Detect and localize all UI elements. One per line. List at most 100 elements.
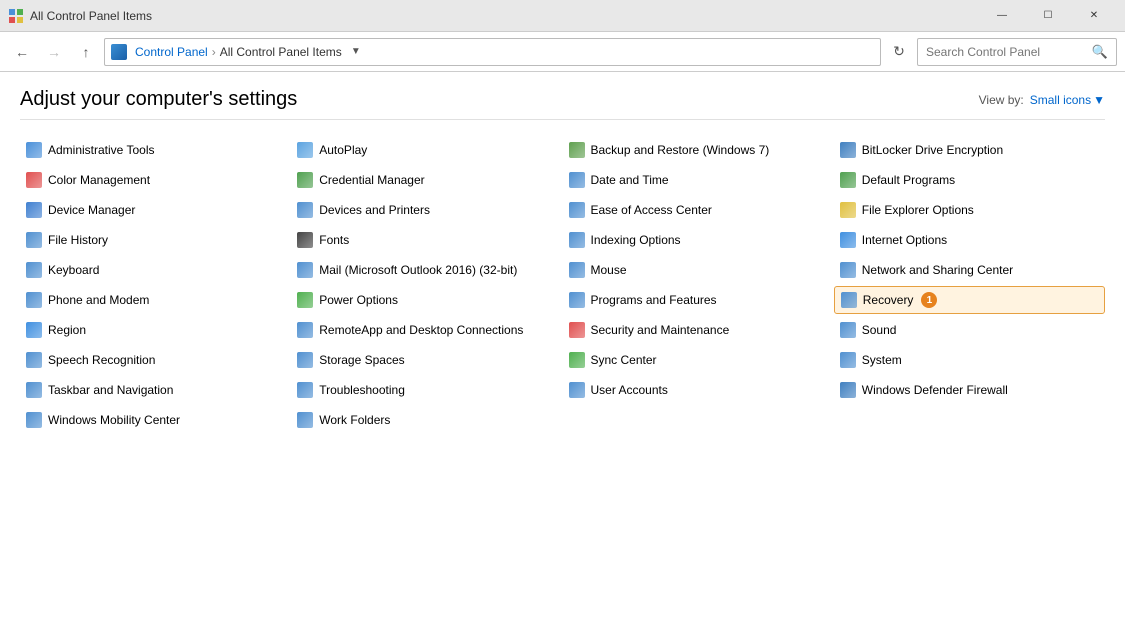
control-item[interactable]: Sound: [834, 316, 1105, 344]
control-item[interactable]: Device Manager: [20, 196, 291, 224]
item-label: Security and Maintenance: [591, 323, 730, 337]
control-item[interactable]: Default Programs: [834, 166, 1105, 194]
item-label: Power Options: [319, 293, 398, 307]
item-label: Credential Manager: [319, 173, 424, 187]
item-label: Region: [48, 323, 86, 337]
main-area: Adjust your computer's settings View by:…: [0, 72, 1125, 634]
item-label: User Accounts: [591, 383, 668, 397]
control-item[interactable]: Indexing Options: [563, 226, 834, 254]
breadcrumb-dropdown-button[interactable]: ▼: [346, 38, 366, 66]
maximize-button[interactable]: ☐: [1025, 0, 1071, 32]
item-label: Backup and Restore (Windows 7): [591, 143, 770, 157]
page-title: Adjust your computer's settings: [20, 88, 297, 111]
address-bar: ← → ↑ Control Panel › All Control Panel …: [0, 32, 1125, 72]
forward-button[interactable]: →: [40, 38, 68, 66]
item-label: Sync Center: [591, 353, 657, 367]
items-grid: Administrative Tools AutoPlay Backup and R…: [20, 136, 1105, 434]
control-item[interactable]: Power Options: [291, 286, 562, 314]
item-label: RemoteApp and Desktop Connections: [319, 323, 523, 337]
control-item[interactable]: Fonts: [291, 226, 562, 254]
control-item[interactable]: Mouse: [563, 256, 834, 284]
item-label: Troubleshooting: [319, 383, 405, 397]
control-item[interactable]: System: [834, 346, 1105, 374]
item-label: Phone and Modem: [48, 293, 149, 307]
control-item[interactable]: Sync Center: [563, 346, 834, 374]
notification-badge: 1: [921, 292, 937, 308]
item-label: Devices and Printers: [319, 203, 430, 217]
control-item[interactable]: Work Folders: [291, 406, 562, 434]
control-item[interactable]: Administrative Tools: [20, 136, 291, 164]
item-label: Default Programs: [862, 173, 955, 187]
search-input[interactable]: [926, 45, 1092, 59]
item-label: File History: [48, 233, 108, 247]
control-item[interactable]: BitLocker Drive Encryption: [834, 136, 1105, 164]
view-by-arrow: ▼: [1093, 93, 1105, 107]
view-by-value: Small icons: [1030, 93, 1091, 107]
control-item[interactable]: Backup and Restore (Windows 7): [563, 136, 834, 164]
control-item[interactable]: Date and Time: [563, 166, 834, 194]
item-label: AutoPlay: [319, 143, 367, 157]
control-item[interactable]: Credential Manager: [291, 166, 562, 194]
search-icon: 🔍: [1092, 44, 1108, 60]
control-item[interactable]: File History: [20, 226, 291, 254]
item-label: Fonts: [319, 233, 349, 247]
control-item[interactable]: Taskbar and Navigation: [20, 376, 291, 404]
item-label: File Explorer Options: [862, 203, 974, 217]
item-label: Mail (Microsoft Outlook 2016) (32-bit): [319, 263, 517, 277]
control-item[interactable]: File Explorer Options: [834, 196, 1105, 224]
item-label: Keyboard: [48, 263, 99, 277]
control-item[interactable]: Phone and Modem: [20, 286, 291, 314]
item-label: Work Folders: [319, 413, 390, 427]
control-item[interactable]: Programs and Features: [563, 286, 834, 314]
item-label: Network and Sharing Center: [862, 263, 1013, 277]
close-button[interactable]: ✕: [1071, 0, 1117, 32]
item-label: Recovery: [863, 293, 914, 307]
control-item[interactable]: Mail (Microsoft Outlook 2016) (32-bit): [291, 256, 562, 284]
control-item[interactable]: Speech Recognition: [20, 346, 291, 374]
control-item[interactable]: Troubleshooting: [291, 376, 562, 404]
control-item[interactable]: AutoPlay: [291, 136, 562, 164]
title-bar: All Control Panel Items — ☐ ✕: [0, 0, 1125, 32]
control-item[interactable]: Windows Defender Firewall: [834, 376, 1105, 404]
breadcrumb-control-panel[interactable]: Control Panel: [135, 45, 208, 59]
back-button[interactable]: ←: [8, 38, 36, 66]
item-label: Windows Mobility Center: [48, 413, 180, 427]
breadcrumb-separator-1: ›: [212, 45, 216, 59]
view-by-label: View by:: [979, 93, 1024, 107]
control-item[interactable]: Color Management: [20, 166, 291, 194]
control-item[interactable]: Ease of Access Center: [563, 196, 834, 224]
item-label: Internet Options: [862, 233, 947, 247]
item-label: Speech Recognition: [48, 353, 155, 367]
item-label: Date and Time: [591, 173, 669, 187]
item-label: Administrative Tools: [48, 143, 155, 157]
breadcrumb-all-items[interactable]: All Control Panel Items: [220, 45, 342, 59]
control-item[interactable]: Network and Sharing Center: [834, 256, 1105, 284]
refresh-button[interactable]: ↻: [885, 38, 913, 66]
control-item[interactable]: Internet Options: [834, 226, 1105, 254]
control-item[interactable]: Storage Spaces: [291, 346, 562, 374]
control-item[interactable]: Devices and Printers: [291, 196, 562, 224]
content-header: Adjust your computer's settings View by:…: [20, 88, 1105, 120]
control-item[interactable]: Region: [20, 316, 291, 344]
control-item[interactable]: Recovery 1: [834, 286, 1105, 314]
item-label: Taskbar and Navigation: [48, 383, 173, 397]
view-by-control: View by: Small icons ▼: [979, 93, 1105, 107]
search-bar: 🔍: [917, 38, 1117, 66]
item-label: Color Management: [48, 173, 150, 187]
control-item[interactable]: Keyboard: [20, 256, 291, 284]
breadcrumb-bar: Control Panel › All Control Panel Items …: [104, 38, 881, 66]
item-label: Mouse: [591, 263, 627, 277]
item-label: Indexing Options: [591, 233, 681, 247]
minimize-button[interactable]: —: [979, 0, 1025, 32]
item-label: System: [862, 353, 902, 367]
item-label: Ease of Access Center: [591, 203, 712, 217]
control-item[interactable]: RemoteApp and Desktop Connections: [291, 316, 562, 344]
up-button[interactable]: ↑: [72, 38, 100, 66]
view-by-dropdown[interactable]: Small icons ▼: [1030, 93, 1105, 107]
window-icon: [8, 8, 24, 24]
title-bar-controls: — ☐ ✕: [979, 0, 1117, 32]
item-label: BitLocker Drive Encryption: [862, 143, 1003, 157]
control-item[interactable]: User Accounts: [563, 376, 834, 404]
control-item[interactable]: Windows Mobility Center: [20, 406, 291, 434]
control-item[interactable]: Security and Maintenance: [563, 316, 834, 344]
